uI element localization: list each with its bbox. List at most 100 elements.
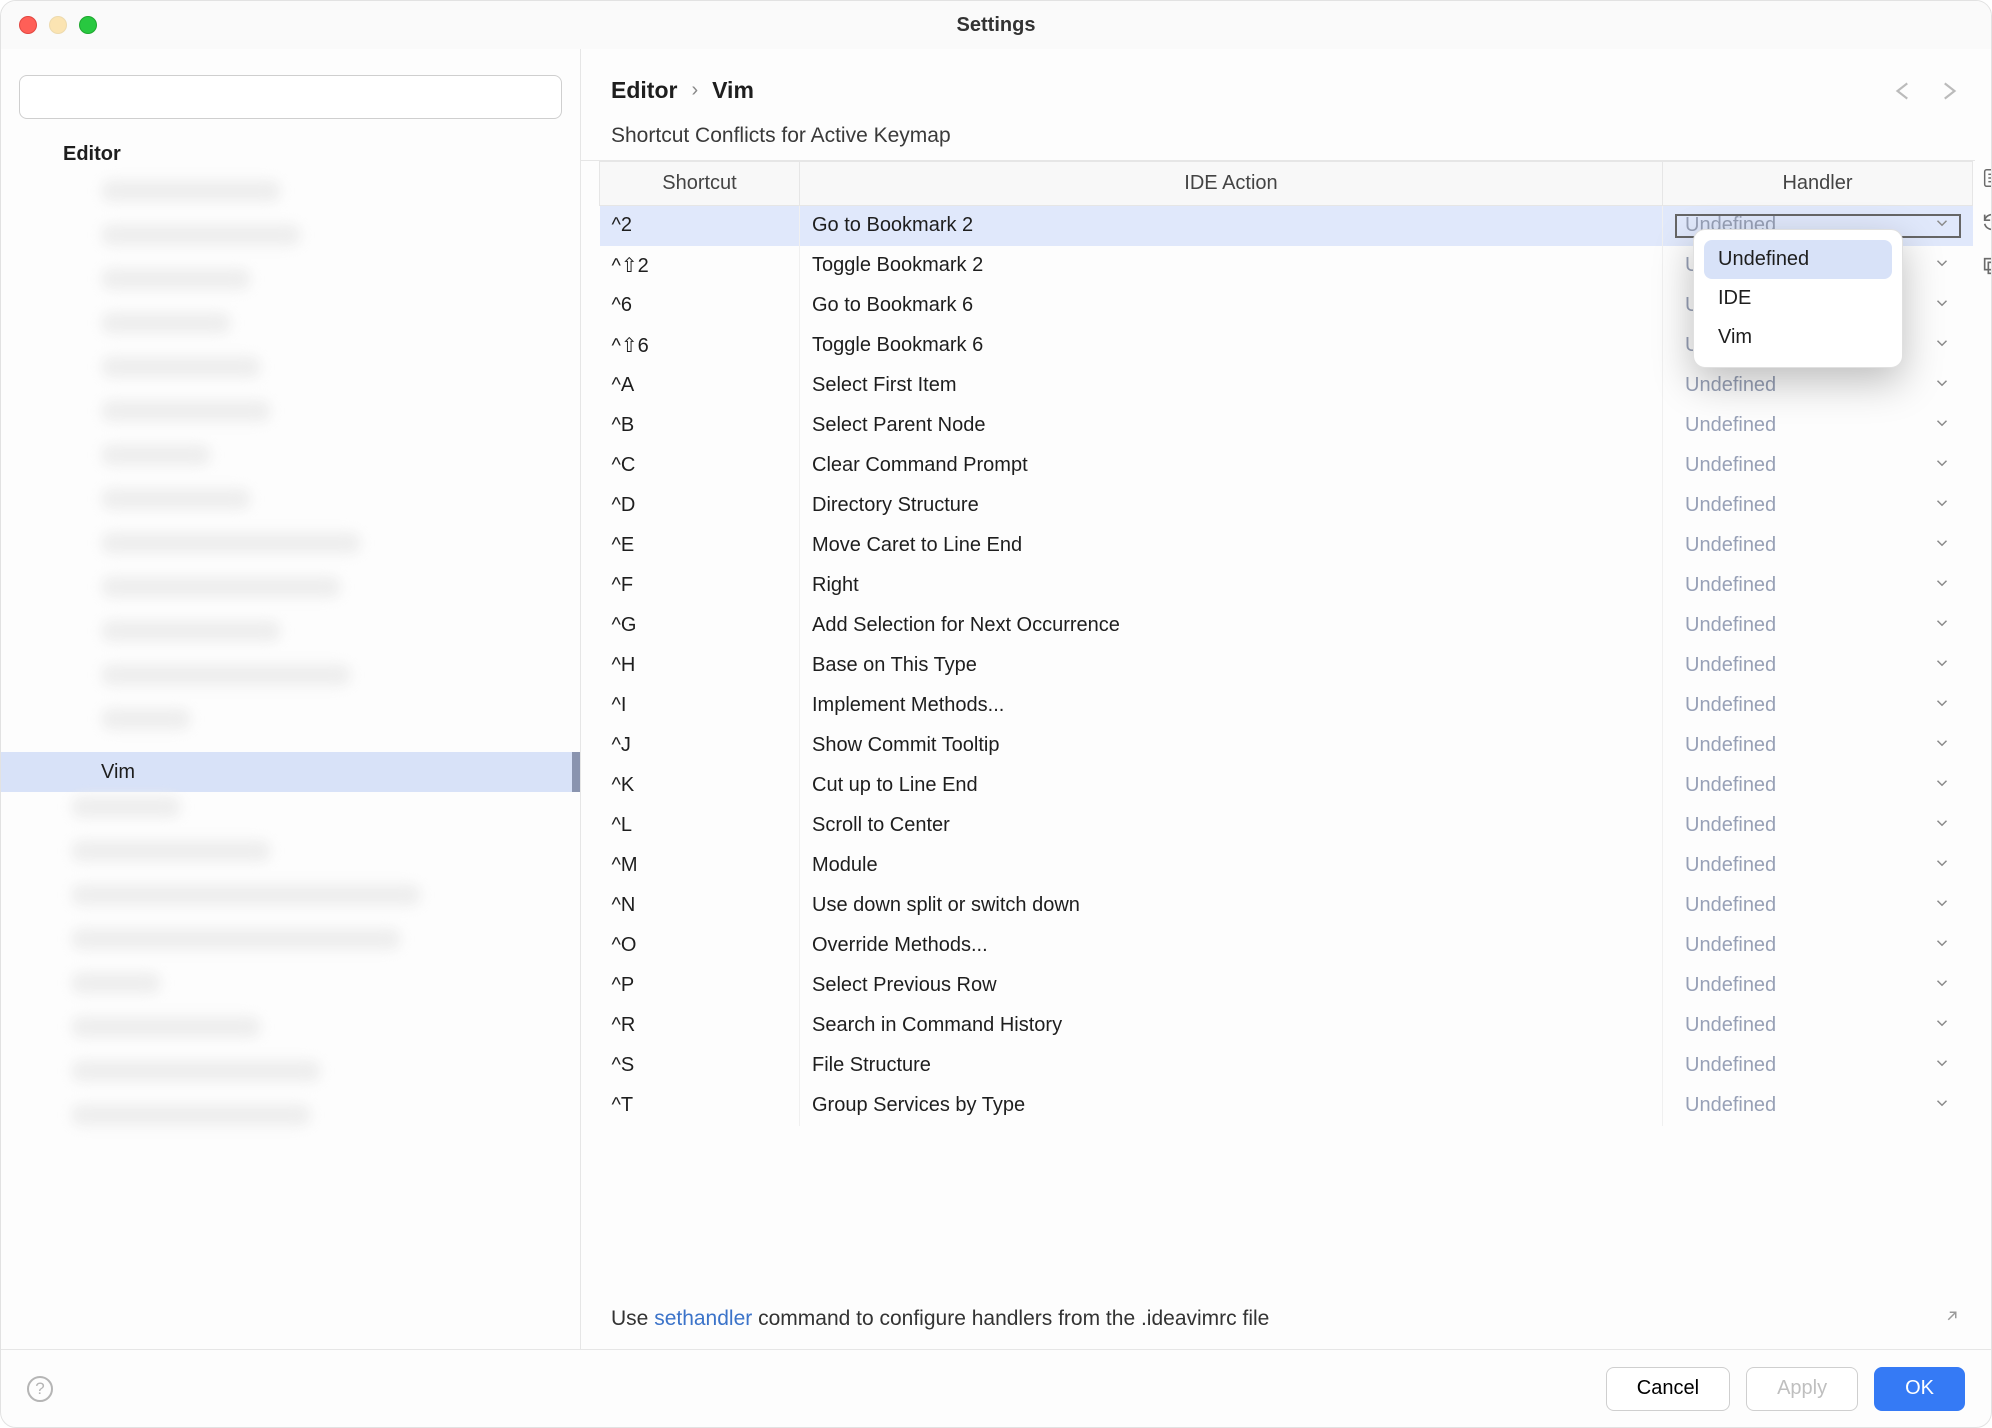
chevron-down-icon — [1933, 574, 1951, 598]
shortcut-cell: ^R — [600, 1006, 800, 1046]
handler-cell[interactable]: Undefined — [1663, 606, 1973, 646]
reset-icon[interactable] — [1981, 211, 1991, 233]
handler-cell[interactable]: Undefined — [1663, 886, 1973, 926]
handler-cell[interactable]: Undefined — [1663, 646, 1973, 686]
handler-value: Undefined — [1685, 494, 1776, 517]
dialog-footer: ? Cancel Apply OK — [1, 1349, 1991, 1427]
handler-value: Undefined — [1685, 894, 1776, 917]
popout-icon[interactable] — [1943, 1307, 1961, 1331]
handler-cell[interactable]: Undefined — [1663, 926, 1973, 966]
settings-tree[interactable]: Editor Vim — [1, 137, 580, 1349]
table-row[interactable]: ^BSelect Parent NodeUndefined — [600, 406, 1973, 446]
handler-cell[interactable]: Undefined — [1663, 806, 1973, 846]
chevron-down-icon — [1933, 414, 1951, 438]
chevron-right-icon: › — [691, 79, 698, 102]
close-icon[interactable] — [19, 16, 37, 34]
handler-cell[interactable]: Undefined — [1663, 766, 1973, 806]
table-row[interactable]: ^ASelect First ItemUndefined — [600, 366, 1973, 406]
chevron-down-icon — [1933, 774, 1951, 798]
table-row[interactable]: ^SFile StructureUndefined — [600, 1046, 1973, 1086]
handler-value: Undefined — [1685, 854, 1776, 877]
table-row[interactable]: ^KCut up to Line EndUndefined — [600, 766, 1973, 806]
handler-cell[interactable]: Undefined — [1663, 966, 1973, 1006]
cancel-button[interactable]: Cancel — [1606, 1367, 1730, 1411]
tree-section-editor[interactable]: Editor — [1, 137, 580, 176]
action-cell: Module — [800, 846, 1663, 886]
table-row[interactable]: ^IImplement Methods...Undefined — [600, 686, 1973, 726]
action-cell: Show Commit Tooltip — [800, 726, 1663, 766]
handler-cell[interactable]: Undefined — [1663, 566, 1973, 606]
action-cell: Override Methods... — [800, 926, 1663, 966]
table-row[interactable]: ^EMove Caret to Line EndUndefined — [600, 526, 1973, 566]
tree-item-blurred — [101, 180, 580, 220]
shortcut-cell: ^F — [600, 566, 800, 606]
breadcrumb-root[interactable]: Editor — [611, 77, 677, 104]
handler-cell[interactable]: Undefined — [1663, 526, 1973, 566]
table-row[interactable]: ^RSearch in Command HistoryUndefined — [600, 1006, 1973, 1046]
minimize-icon[interactable] — [49, 16, 67, 34]
action-cell: Add Selection for Next Occurrence — [800, 606, 1663, 646]
action-cell: Select First Item — [800, 366, 1663, 406]
table-row[interactable]: ^MModuleUndefined — [600, 846, 1973, 886]
table-row[interactable]: ^CClear Command PromptUndefined — [600, 446, 1973, 486]
table-row[interactable]: ^NUse down split or switch downUndefined — [600, 886, 1973, 926]
ok-button[interactable]: OK — [1874, 1367, 1965, 1411]
table-row[interactable]: ^TGroup Services by TypeUndefined — [600, 1086, 1973, 1126]
shortcut-cell: ^G — [600, 606, 800, 646]
scroll-icon[interactable] — [1981, 167, 1991, 189]
table-row[interactable]: ^FRightUndefined — [600, 566, 1973, 606]
dropdown-option[interactable]: Undefined — [1704, 240, 1892, 279]
table-row[interactable]: ^JShow Commit TooltipUndefined — [600, 726, 1973, 766]
shortcut-cell: ^B — [600, 406, 800, 446]
handler-cell[interactable]: Undefined — [1663, 1046, 1973, 1086]
shortcut-cell: ^K — [600, 766, 800, 806]
table-row[interactable]: ^LScroll to CenterUndefined — [600, 806, 1973, 846]
column-shortcut[interactable]: Shortcut — [600, 162, 800, 206]
shortcut-cell: ^⇧2 — [600, 246, 800, 286]
titlebar: Settings — [1, 1, 1991, 49]
tree-item-blurred — [101, 708, 580, 748]
tree-item-blurred — [71, 972, 580, 1012]
column-handler[interactable]: Handler — [1663, 162, 1973, 206]
sethandler-link[interactable]: sethandler — [654, 1307, 752, 1330]
apply-button[interactable]: Apply — [1746, 1367, 1858, 1411]
action-cell: Go to Bookmark 2 — [800, 206, 1663, 246]
shortcut-cell: ^E — [600, 526, 800, 566]
table-header-row: Shortcut IDE Action Handler — [600, 162, 1973, 206]
handler-dropdown[interactable]: UndefinedIDEVim — [1693, 229, 1903, 368]
handler-value: Undefined — [1685, 534, 1776, 557]
dropdown-option[interactable]: IDE — [1704, 279, 1892, 318]
chevron-down-icon — [1933, 254, 1951, 278]
table-row[interactable]: ^DDirectory StructureUndefined — [600, 486, 1973, 526]
table-row[interactable]: ^GAdd Selection for Next OccurrenceUndef… — [600, 606, 1973, 646]
dropdown-option[interactable]: Vim — [1704, 318, 1892, 357]
column-action[interactable]: IDE Action — [800, 162, 1663, 206]
handler-cell[interactable]: Undefined — [1663, 406, 1973, 446]
handler-cell[interactable]: Undefined — [1663, 446, 1973, 486]
search-input[interactable] — [19, 75, 562, 119]
handler-cell[interactable]: Undefined — [1663, 1086, 1973, 1126]
chevron-down-icon — [1933, 214, 1951, 238]
handler-cell[interactable]: Undefined — [1663, 1006, 1973, 1046]
handler-cell[interactable]: Undefined — [1663, 366, 1973, 406]
help-icon[interactable]: ? — [27, 1376, 53, 1402]
action-cell: Select Parent Node — [800, 406, 1663, 446]
tree-item-vim[interactable]: Vim — [1, 752, 580, 792]
handler-cell[interactable]: Undefined — [1663, 486, 1973, 526]
forward-icon[interactable] — [1935, 78, 1961, 104]
shortcut-cell: ^L — [600, 806, 800, 846]
table-row[interactable]: ^PSelect Previous RowUndefined — [600, 966, 1973, 1006]
chevron-down-icon — [1933, 814, 1951, 838]
back-icon[interactable] — [1891, 78, 1917, 104]
window-controls — [19, 16, 97, 34]
maximize-icon[interactable] — [79, 16, 97, 34]
handler-value: Undefined — [1685, 574, 1776, 597]
tree-item-label: Vim — [101, 761, 135, 784]
handler-cell[interactable]: Undefined — [1663, 686, 1973, 726]
table-row[interactable]: ^OOverride Methods...Undefined — [600, 926, 1973, 966]
handler-cell[interactable]: Undefined — [1663, 846, 1973, 886]
handler-cell[interactable]: Undefined — [1663, 726, 1973, 766]
copy-icon[interactable] — [1981, 255, 1991, 277]
shortcut-cell: ^D — [600, 486, 800, 526]
table-row[interactable]: ^HBase on This TypeUndefined — [600, 646, 1973, 686]
